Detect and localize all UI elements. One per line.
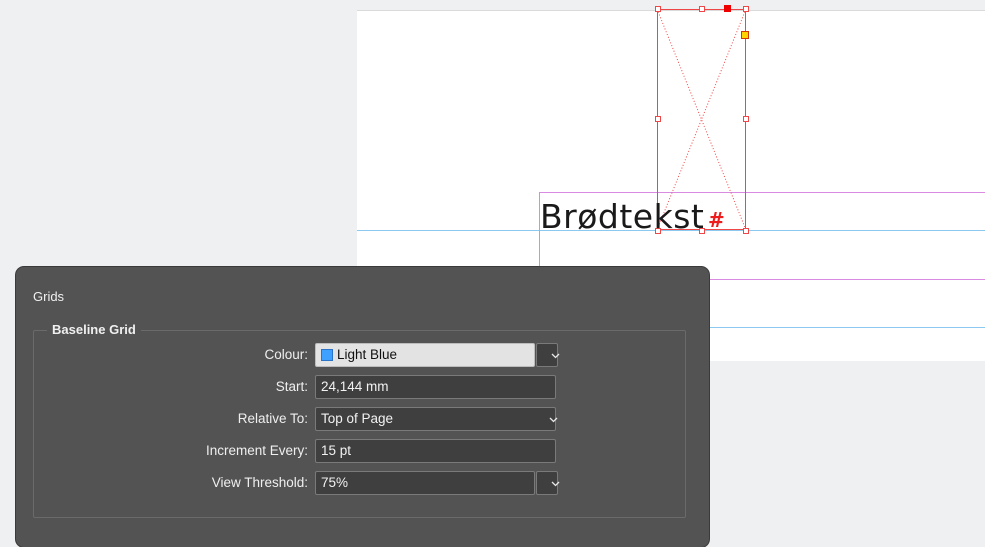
grids-dialog: Grids Baseline Grid Colour: Light Blue S…: [16, 267, 709, 547]
start-row: Start: 24,144 mm: [34, 375, 687, 399]
baseline-grid-group: Baseline Grid Colour: Light Blue Start: …: [33, 322, 687, 518]
overset-text-marker: #: [708, 208, 725, 232]
colour-dropdown-button[interactable]: [536, 343, 560, 367]
colour-swatch-icon: [321, 349, 333, 361]
colour-label: Colour:: [264, 347, 308, 362]
baseline-grid-legend: Baseline Grid: [47, 322, 141, 337]
frame-handle-middle-right[interactable]: [743, 116, 749, 122]
start-input[interactable]: 24,144 mm: [315, 375, 556, 399]
dialog-title: Grids: [33, 289, 65, 304]
increment-every-row: Increment Every: 15 pt: [34, 439, 687, 463]
colour-value: Light Blue: [337, 347, 398, 362]
frame-handle-top-right[interactable]: [743, 6, 749, 12]
frame-handle-middle-left[interactable]: [655, 116, 661, 122]
increment-every-input[interactable]: 15 pt: [315, 439, 556, 463]
frame-handle-top-middle[interactable]: [699, 6, 705, 12]
start-label: Start:: [275, 379, 308, 394]
colour-row: Colour: Light Blue: [34, 343, 687, 367]
frame-handle-top-selected[interactable]: [724, 5, 731, 12]
increment-every-label: Increment Every:: [205, 443, 308, 458]
relative-to-select[interactable]: Top of Page: [315, 407, 558, 431]
relative-to-value: Top of Page: [321, 411, 394, 426]
colour-select[interactable]: Light Blue: [315, 343, 535, 367]
view-threshold-dropdown-button[interactable]: [536, 471, 560, 495]
view-threshold-label: View Threshold:: [211, 475, 308, 490]
corner-options-handle[interactable]: [741, 31, 749, 39]
relative-to-row: Relative To: Top of Page: [34, 407, 687, 431]
view-threshold-input[interactable]: 75%: [315, 471, 535, 495]
frame-handle-bottom-right[interactable]: [743, 228, 749, 234]
frame-handle-top-left[interactable]: [655, 6, 661, 12]
relative-to-label: Relative To:: [237, 411, 308, 426]
view-threshold-row: View Threshold: 75%: [34, 471, 687, 495]
body-text[interactable]: Brødtekst: [540, 195, 704, 239]
